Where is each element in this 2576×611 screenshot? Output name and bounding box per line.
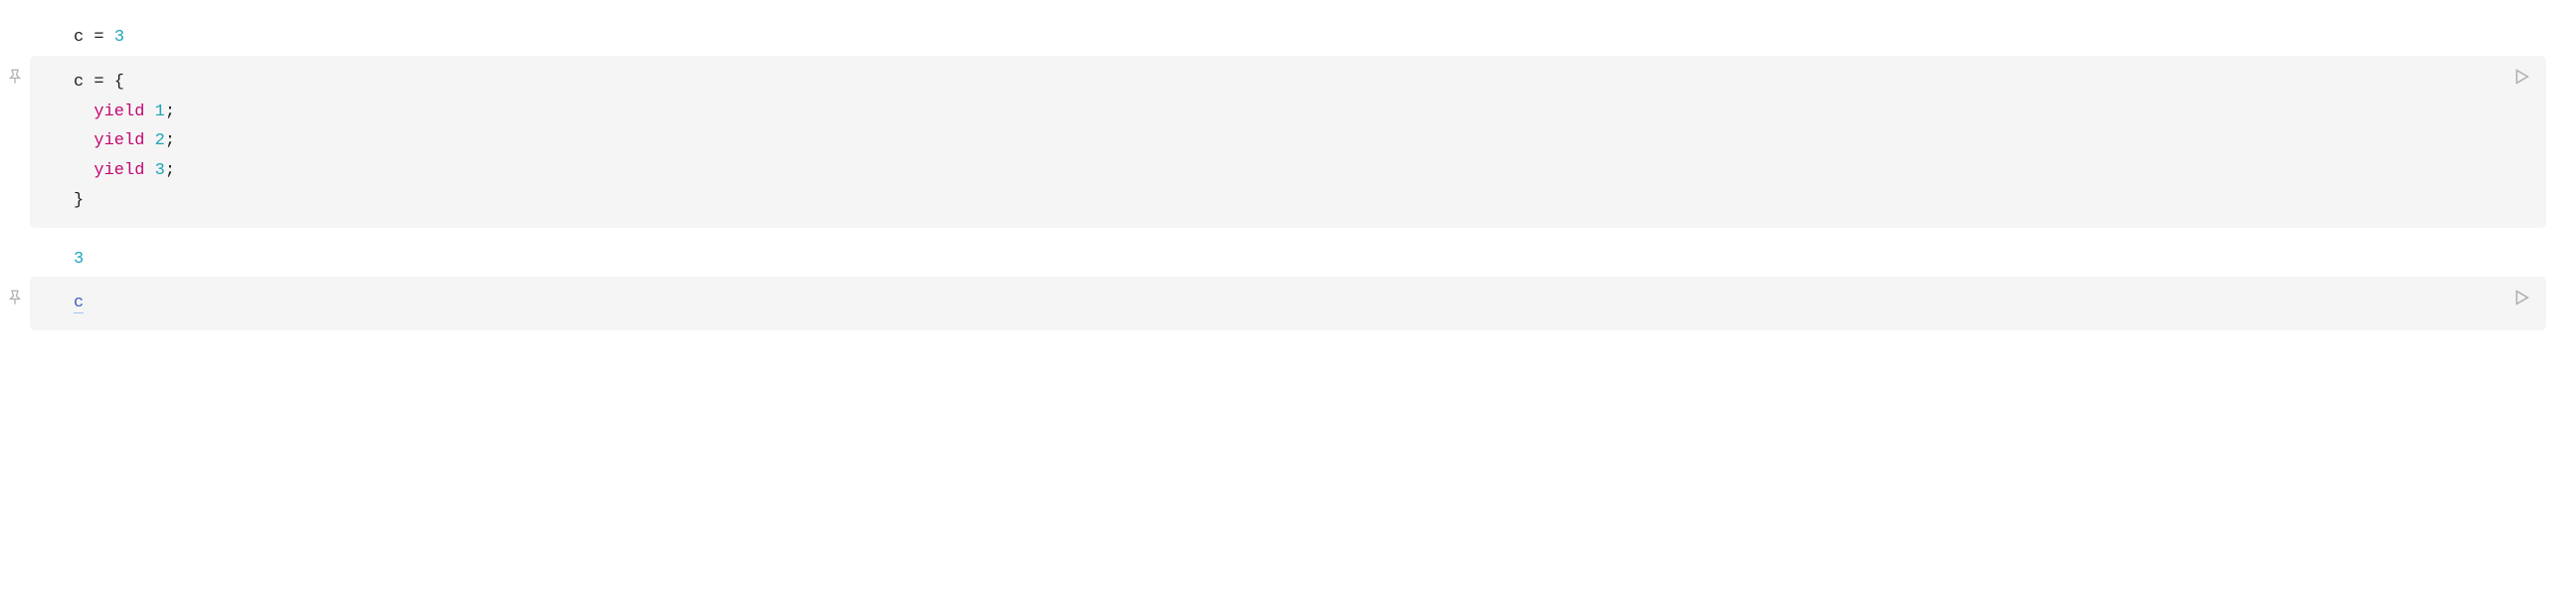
variable-reference-link[interactable]: c xyxy=(74,294,84,313)
run-button[interactable] xyxy=(2510,66,2532,100)
notebook-cell: c = 3 c = { yield 1; yield 2; yield 3; } xyxy=(30,20,2546,228)
cell-editor[interactable]: c xyxy=(30,277,2546,330)
notebook-cell: 3 c xyxy=(30,242,2546,331)
cell-output: 3 xyxy=(30,242,2546,278)
cell-editor[interactable]: c = { yield 1; yield 2; yield 3; } xyxy=(30,56,2546,228)
output-operator: = xyxy=(84,28,114,47)
code-content: c = { yield 1; yield 2; yield 3; } xyxy=(74,68,2496,216)
pin-icon[interactable] xyxy=(6,68,24,98)
output-value: 3 xyxy=(114,28,124,47)
run-button[interactable] xyxy=(2510,287,2532,320)
output-value: 3 xyxy=(74,250,84,269)
cell-output: c = 3 xyxy=(30,20,2546,56)
pin-icon[interactable] xyxy=(6,289,24,318)
output-var: c xyxy=(74,28,84,47)
code-content: c xyxy=(74,289,2496,318)
